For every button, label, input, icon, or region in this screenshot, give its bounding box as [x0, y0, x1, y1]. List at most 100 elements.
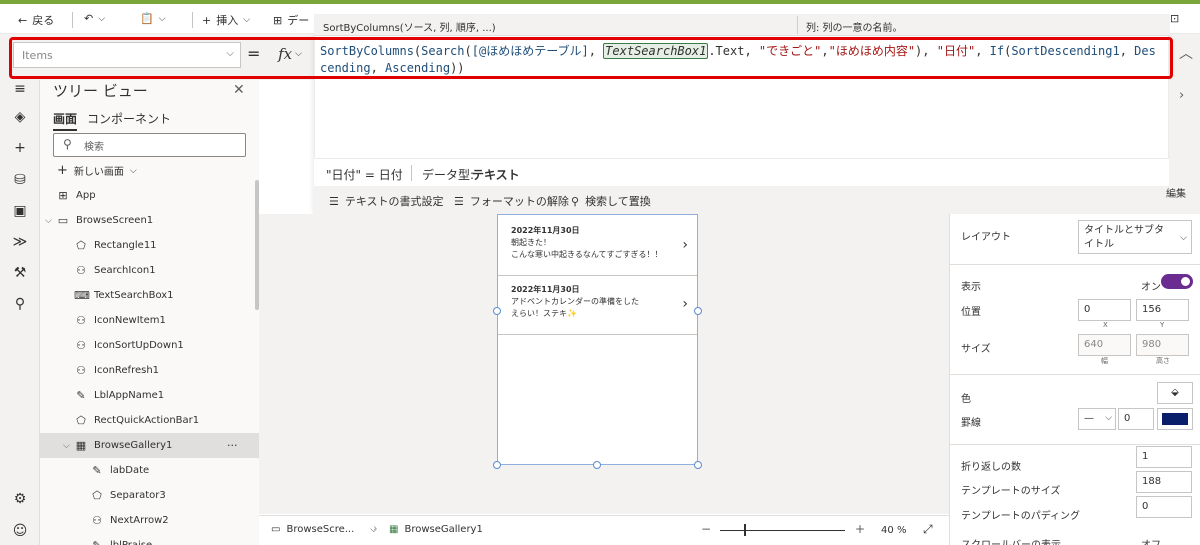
- resize-handle[interactable]: [694, 461, 702, 469]
- label-icon: ✎: [92, 464, 102, 477]
- height-input[interactable]: 980: [1136, 334, 1189, 356]
- tree-item-rectangle11[interactable]: ⬠ Rectangle11: [40, 233, 259, 258]
- tree-item-app[interactable]: ⊞ App: [40, 183, 259, 208]
- tree-item-rectquickactionbar1[interactable]: ⬠ RectQuickActionBar1: [40, 408, 259, 433]
- hamburger-icon[interactable]: ≡: [11, 80, 29, 98]
- gallery-item[interactable]: 2022年11月30日 朝起きた！ こんな寒い中起きるなんてすごすぎる！！ ›: [498, 217, 697, 276]
- paste-button[interactable]: 📋 ⌵: [140, 12, 166, 25]
- resize-handle[interactable]: [493, 307, 501, 315]
- edit-link[interactable]: 編集: [1166, 185, 1186, 200]
- more-options-icon[interactable]: ···: [227, 439, 238, 452]
- fill-color-button[interactable]: ⬙: [1157, 382, 1193, 404]
- tree-item-iconsortupdown1[interactable]: ⚇ IconSortUpDown1: [40, 333, 259, 358]
- gallery-item[interactable]: 2022年11月30日 アドベントカレンダーの準備をした えらい！ステキ✨ ›: [498, 276, 697, 335]
- visible-value: オン: [1141, 282, 1161, 293]
- tree-item-labdate[interactable]: ✎ labDate: [40, 458, 259, 483]
- tree-item-browsegallery1[interactable]: ⌵ ▦ BrowseGallery1 ···: [40, 433, 259, 458]
- advanced-tools-icon[interactable]: ⚒: [11, 264, 29, 282]
- position-x-input[interactable]: 0: [1078, 299, 1131, 321]
- divider: [797, 16, 798, 34]
- zoom-out-icon[interactable]: −: [701, 522, 711, 536]
- app-screen-preview[interactable]: 2022年11月30日 朝起きた！ こんな寒い中起きるなんてすごすぎる！！ › 202…: [497, 214, 698, 465]
- screen-breadcrumb[interactable]: ▭ BrowseScre... ⌵: [271, 524, 377, 535]
- insert-label: 挿入: [216, 14, 239, 27]
- next-arrow-icon[interactable]: ›: [682, 296, 688, 312]
- data-button[interactable]: ⊞ デー: [273, 12, 309, 28]
- resize-handle[interactable]: [694, 307, 702, 315]
- fit-to-window-icon[interactable]: ⤢: [923, 522, 933, 537]
- next-arrow-icon[interactable]: ›: [682, 237, 688, 253]
- width-input[interactable]: 640: [1078, 334, 1131, 356]
- divider: [950, 264, 1200, 265]
- format-lines-icon: ☰: [329, 194, 339, 208]
- tree-item-separator3[interactable]: ⬠ Separator3: [40, 483, 259, 508]
- close-icon[interactable]: ✕: [233, 82, 245, 98]
- tree-item-lblpraise[interactable]: ✎ lblPraise: [40, 533, 259, 545]
- virtual-agent-icon[interactable]: ☺: [11, 522, 29, 540]
- template-size-label: テンプレートのサイズ: [961, 486, 1061, 497]
- app-checker-button[interactable]: ⊡: [1170, 12, 1179, 25]
- border-color-button[interactable]: [1157, 408, 1193, 430]
- back-button[interactable]: ← 戻る: [18, 12, 54, 28]
- divider: [192, 12, 193, 28]
- tree-item-label: IconNewItem1: [94, 315, 166, 326]
- template-padding-input[interactable]: 0: [1136, 496, 1192, 518]
- resize-handle[interactable]: [593, 461, 601, 469]
- tab-components[interactable]: コンポーネント: [87, 110, 171, 131]
- border-width-input[interactable]: 0: [1118, 408, 1154, 430]
- scrollbar-label: スクロールバーの表示: [961, 536, 1061, 545]
- chevron-down-icon[interactable]: ⌵: [63, 441, 70, 451]
- chevron-up-icon[interactable]: ︿: [1172, 40, 1200, 68]
- properties-panel: レイアウト タイトルとサブタイトル ⌵ 表示 オン 位置 0 156 X Y サ…: [949, 214, 1200, 545]
- remove-format-button[interactable]: ☰ フォーマットの解除: [454, 193, 569, 209]
- insert-button[interactable]: + 挿入 ⌵: [202, 12, 250, 28]
- format-text-button[interactable]: ☰ テキストの書式設定: [329, 193, 444, 209]
- border-style-dropdown[interactable]: — ⌵: [1078, 408, 1116, 430]
- app-icon: ⊞: [58, 189, 68, 202]
- tree-item-label: TextSearchBox1: [94, 290, 174, 301]
- visible-toggle[interactable]: [1161, 274, 1193, 289]
- item-text: アドベントカレンダーの準備をした えらい！ステキ✨: [511, 297, 639, 318]
- tree-item-label: IconRefresh1: [94, 365, 160, 376]
- chevron-down-icon[interactable]: ⌵: [45, 216, 52, 226]
- tree-item-nextarrow2[interactable]: ⚇ NextArrow2: [40, 508, 259, 533]
- result-expression: "日付" = 日付: [326, 168, 403, 182]
- gallery-breadcrumb[interactable]: ▦ BrowseGallery1: [389, 524, 483, 535]
- new-screen-button[interactable]: + 新しい画面 ⌵: [57, 163, 137, 178]
- screen-breadcrumb-label: BrowseScre...: [286, 524, 355, 535]
- search-icon[interactable]: ⚲: [11, 295, 29, 313]
- find-replace-button[interactable]: ⚲ 検索して置換: [571, 193, 651, 209]
- insert-icon[interactable]: +: [11, 139, 29, 157]
- paint-bucket-icon: ⬙: [1171, 387, 1179, 398]
- icon-control-icon: ⚇: [92, 514, 102, 527]
- media-icon[interactable]: ▣: [11, 202, 29, 220]
- tree-search-input[interactable]: ⚲ 検索: [53, 133, 246, 157]
- plus-icon: +: [57, 163, 68, 178]
- wrap-count-input[interactable]: 1: [1136, 446, 1192, 468]
- shape-icon: ⬠: [92, 489, 102, 502]
- tab-screens[interactable]: 画面: [53, 110, 78, 131]
- undo-button[interactable]: ↶ ⌵: [84, 12, 105, 25]
- tree-item-iconnewitem1[interactable]: ⚇ IconNewItem1: [40, 308, 259, 333]
- resize-handle[interactable]: [493, 461, 501, 469]
- tree-view-icon[interactable]: ◈: [11, 108, 29, 126]
- zoom-slider[interactable]: [720, 530, 845, 531]
- border-label: 罫線: [961, 418, 981, 429]
- chevron-down-icon: ⌵: [158, 13, 166, 24]
- tree-item-browsescreen1[interactable]: ⌵ ▭ BrowseScreen1: [40, 208, 259, 233]
- power-automate-icon[interactable]: ≫: [11, 233, 29, 251]
- tree-item-label: Separator3: [110, 490, 166, 501]
- data-icon[interactable]: ⛁: [11, 171, 29, 189]
- position-y-input[interactable]: 156: [1136, 299, 1189, 321]
- zoom-slider-thumb[interactable]: [744, 524, 746, 536]
- tree-item-iconrefresh1[interactable]: ⚇ IconRefresh1: [40, 358, 259, 383]
- layout-dropdown[interactable]: タイトルとサブタイトル ⌵: [1078, 220, 1192, 254]
- template-size-input[interactable]: 188: [1136, 471, 1192, 493]
- chevron-right-icon[interactable]: ›: [1179, 88, 1184, 103]
- tree-item-searchicon1[interactable]: ⚇ SearchIcon1: [40, 258, 259, 283]
- zoom-in-icon[interactable]: +: [855, 522, 865, 536]
- tree-item-lblappname1[interactable]: ✎ LblAppName1: [40, 383, 259, 408]
- settings-icon[interactable]: ⚙: [11, 490, 29, 508]
- tree-item-textsearchbox1[interactable]: ⌨ TextSearchBox1: [40, 283, 259, 308]
- find-replace-label: 検索して置換: [585, 195, 651, 208]
